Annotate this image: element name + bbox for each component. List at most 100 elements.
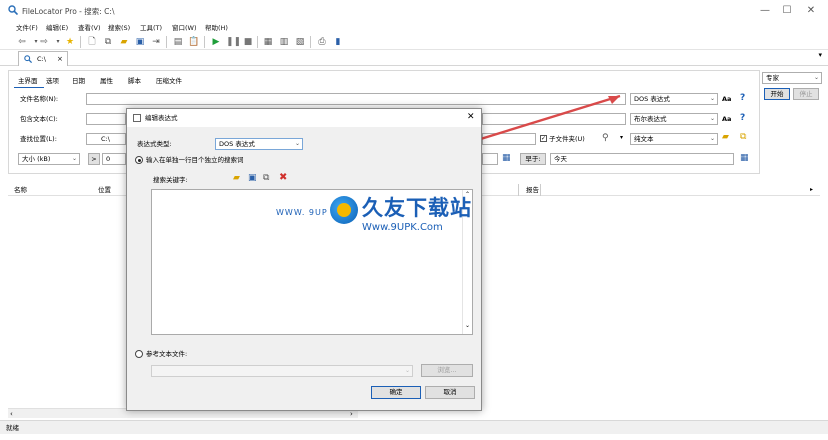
tab-main[interactable]: 主界面	[18, 76, 38, 86]
case-sensitive-toggle[interactable]: Aa	[722, 94, 731, 104]
contains-text-type-value: 布尔表达式	[634, 115, 667, 123]
save-icon[interactable]: ▣	[134, 36, 146, 48]
book-icon[interactable]: ▮	[332, 36, 344, 48]
contains-text-type-select[interactable]: 布尔表达式 ⌄	[630, 113, 718, 125]
tab-attributes[interactable]: 属性	[100, 76, 113, 86]
mode-value: 专家	[766, 74, 779, 82]
size-value-input[interactable]: 0	[102, 153, 126, 165]
view-icon[interactable]: ▦	[262, 36, 274, 48]
browse-folder-icon[interactable]: ▰	[722, 132, 729, 142]
text-type-select[interactable]: 纯文本 ⌄	[630, 133, 718, 145]
tab-options[interactable]: 选项	[46, 76, 59, 86]
copy-icon[interactable]: ⧉	[102, 36, 114, 48]
copy-icon[interactable]: ⧉	[263, 173, 269, 184]
scroll-left-icon[interactable]: ‹	[10, 409, 13, 419]
open-folder-icon[interactable]: ▰	[118, 36, 130, 48]
size-unit-value: 大小 (kB)	[22, 155, 51, 163]
column-name[interactable]: 名称	[14, 184, 27, 196]
forward-arrow-icon[interactable]: ⇨	[38, 36, 50, 48]
single-line-label: 输入在单独一行目个独立的搜索词	[146, 156, 244, 164]
browse-button[interactable]: 浏览...	[421, 364, 473, 377]
stop-icon[interactable]: ■	[242, 36, 254, 48]
status-text: 就绪	[6, 424, 19, 432]
mode-select[interactable]: 专家 ⌄	[762, 72, 822, 84]
menu-tools[interactable]: 工具(T)	[140, 22, 162, 34]
new-document-icon[interactable]: 🗋	[86, 36, 98, 48]
toolbar-separator	[257, 36, 258, 48]
dialog-close-button[interactable]: ✕	[467, 112, 475, 123]
menu-window[interactable]: 窗口(W)	[172, 22, 197, 34]
menu-view[interactable]: 查看(V)	[78, 22, 101, 34]
file-name-label: 文件名称(N):	[20, 95, 59, 103]
clipboard-icon[interactable]: 📋	[188, 36, 200, 48]
chevron-down-icon: ⌄	[709, 95, 715, 102]
delete-icon[interactable]: ✖	[279, 172, 287, 183]
dialog-title: 编辑表达式	[145, 114, 178, 122]
forward-dropdown-icon[interactable]: ▾	[52, 36, 64, 48]
expression-type-select[interactable]: DOS 表达式 ⌄	[215, 138, 303, 150]
export-icon[interactable]: ⇥	[150, 36, 162, 48]
play-icon[interactable]: ▶	[210, 36, 222, 48]
tab-archives[interactable]: 压缩文件	[156, 76, 182, 86]
maximize-button[interactable]: ☐	[774, 3, 800, 19]
menu-bar: 文件(F) 编辑(E) 查看(V) 搜索(S) 工具(T) 窗口(W) 帮助(H…	[0, 22, 828, 34]
close-window-button[interactable]: ✕	[798, 3, 824, 19]
contains-text-input[interactable]	[86, 113, 126, 125]
reference-file-label: 参考文本文件:	[146, 350, 188, 358]
cancel-button[interactable]: 取消	[425, 386, 475, 399]
print-preview-icon[interactable]: ▤	[172, 36, 184, 48]
tab-close-icon[interactable]: ×	[57, 54, 63, 64]
watermark-www: WWW. 9UP	[276, 208, 328, 217]
single-line-radio[interactable]	[135, 156, 143, 164]
file-name-type-select[interactable]: DOS 表达式 ⌄	[630, 93, 718, 105]
watermark-logo-center-icon	[337, 203, 351, 217]
ok-button[interactable]: 确定	[371, 386, 421, 399]
tab-search-c[interactable]: C:\ ×	[18, 51, 68, 66]
expression-type-label: 表达式类型:	[137, 140, 172, 148]
scroll-down-icon[interactable]: ⌄	[465, 322, 470, 329]
menu-edit[interactable]: 编辑(E)	[46, 22, 68, 34]
dialog-title-bar: 编辑表达式 ✕	[127, 109, 481, 127]
size-unit-select[interactable]: 大小 (kB) ⌄	[18, 153, 80, 165]
printer-icon[interactable]: ⎙	[316, 36, 328, 48]
start-button[interactable]: 开始	[764, 88, 790, 100]
look-in-input[interactable]: C:\	[86, 133, 126, 145]
toolbar-separator	[204, 36, 205, 48]
document-tab-strip: C:\ × ▾	[0, 50, 828, 66]
reference-file-radio[interactable]	[135, 350, 143, 358]
window-title: FileLocator Pro - 搜索: C:\	[22, 7, 115, 16]
menu-help[interactable]: 帮助(H)	[205, 22, 228, 34]
folder-tree-icon[interactable]: ⧉	[740, 132, 746, 142]
column-location[interactable]: 位置	[98, 184, 111, 196]
scroll-right-icon[interactable]: ▸	[810, 184, 813, 196]
edit-expression-dialog: 编辑表达式 ✕ 表达式类型: DOS 表达式 ⌄ 输入在单独一行目个独立的搜索词…	[126, 108, 482, 411]
stop-button[interactable]: 停止	[793, 88, 819, 100]
chevron-down-icon: ⌄	[709, 115, 715, 122]
chevron-down-icon: ⌄	[404, 367, 410, 374]
favorites-star-icon[interactable]: ★	[64, 36, 76, 48]
dialog-window-icon	[133, 114, 141, 122]
reference-file-select[interactable]: ⌄	[151, 365, 413, 377]
grid-icon[interactable]: ▥	[278, 36, 290, 48]
watermark-site-name: 久友下载站	[362, 196, 472, 220]
expression-type-value: DOS 表达式	[219, 140, 255, 148]
tab-list-dropdown-icon[interactable]: ▾	[818, 51, 822, 59]
file-name-type-value: DOS 表达式	[634, 95, 670, 103]
help-icon-2[interactable]: ?	[740, 113, 745, 123]
save-icon[interactable]: ▣	[248, 173, 257, 184]
watermark-url: Www.9UPK.Com	[362, 222, 443, 233]
back-arrow-icon[interactable]: ⇦	[16, 36, 28, 48]
tab-script[interactable]: 脚本	[128, 76, 141, 86]
menu-file[interactable]: 文件(F)	[16, 22, 38, 34]
menu-search[interactable]: 搜索(S)	[108, 22, 130, 34]
pause-icon[interactable]: ❚❚	[226, 36, 241, 48]
help-icon[interactable]: ?	[740, 93, 745, 103]
case-sensitive-toggle-2[interactable]: Aa	[722, 114, 731, 124]
main-toolbar: ⇦ ▾ ⇨ ▾ ★ 🗋 ⧉ ▰ ▣ ⇥ ▤ 📋 ▶ ❚❚ ■ ▦ ▥ ▧ ⎙ ▮	[0, 34, 828, 50]
open-folder-icon[interactable]: ▰	[233, 173, 240, 184]
tab-date[interactable]: 日期	[72, 76, 85, 86]
size-operator-button[interactable]: >	[88, 153, 100, 165]
chevron-down-icon: ⌄	[294, 140, 300, 147]
calendar-icon-2[interactable]: ▦	[740, 153, 749, 163]
report-icon[interactable]: ▧	[294, 36, 306, 48]
